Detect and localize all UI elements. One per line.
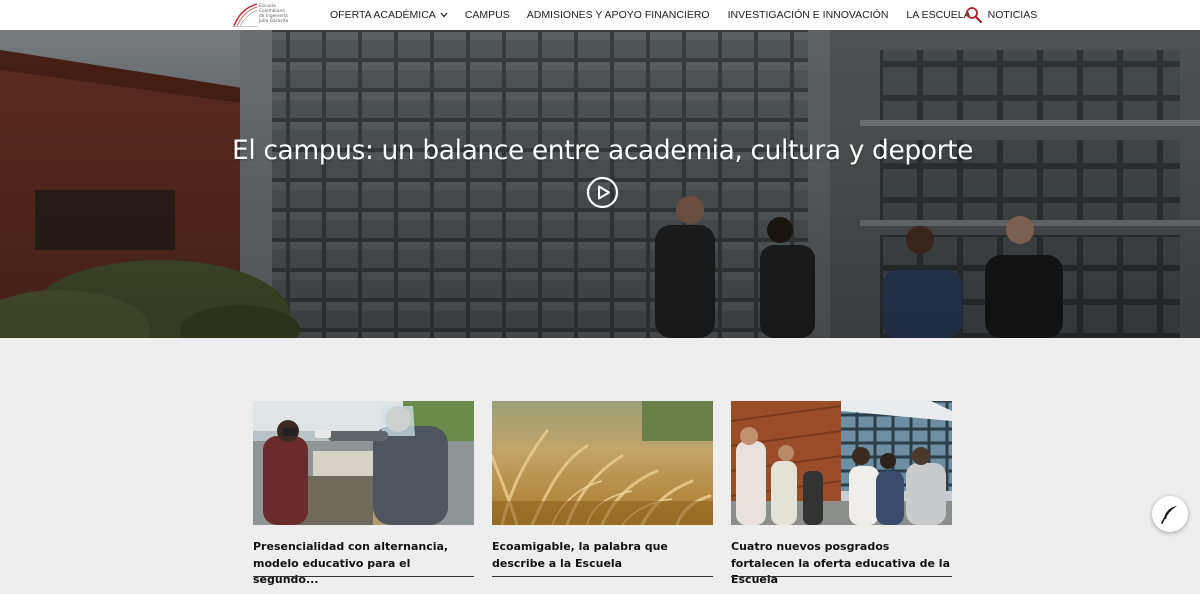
news-card-title[interactable]: Presencialidad con alternancia, modelo e… [253,539,474,594]
nav-item-admisiones[interactable]: ADMISIONES Y APOYO FINANCIERO [527,9,710,21]
divider [492,576,713,577]
nav-item-investigacion[interactable]: INVESTIGACIÓN E INNOVACIÓN [728,9,889,21]
feather-pen-icon [1161,506,1177,524]
nav-item-label: OFERTA ACADÉMICA [330,9,436,21]
news-card[interactable]: Ecoamigable, la palabra que describe a l… [492,401,713,577]
hero-banner[interactable]: El campus: un balance entre academia, cu… [0,30,1200,338]
nav-item-label: NOTICIAS [987,9,1038,21]
search-icon [966,7,983,24]
search-button[interactable] [965,6,983,24]
news-card[interactable]: Cuatro nuevos posgrados fortalecen la of… [731,401,952,586]
logo-line: Julio Garavito [259,18,289,23]
nav-item-campus[interactable]: CAMPUS [465,9,510,21]
nav-item-label: CAMPUS [464,9,510,21]
news-card-image[interactable] [253,401,474,525]
hero-title: El campus: un balance entre academia, cu… [232,135,973,166]
nav-item-label: INVESTIGACIÓN E INNOVACIÓN [727,9,889,21]
nav-item-noticias[interactable]: NOTICIAS [988,9,1038,21]
news-card-title[interactable]: Ecoamigable, la palabra que describe a l… [492,539,713,577]
chevron-down-icon [440,12,448,17]
logo-text: Escuela Colombiana de Ingeniería Julio G… [259,3,303,23]
divider [731,576,952,577]
news-image-students [731,401,952,525]
main-nav: OFERTA ACADÉMICA CAMPUS ADMISIONES Y APO… [330,0,1037,30]
news-card-title[interactable]: Cuatro nuevos posgrados fortalecen la of… [731,539,952,594]
news-image-temperature-check [253,401,474,525]
news-image-grass [492,401,713,525]
site-logo[interactable]: Escuela Colombiana de Ingeniería Julio G… [232,2,302,28]
floating-action-button[interactable] [1152,496,1188,532]
play-button[interactable] [586,176,619,209]
nav-item-oferta-academica[interactable]: OFERTA ACADÉMICA [330,9,448,21]
nav-item-label: ADMISIONES Y APOYO FINANCIERO [526,9,710,21]
logo-arc-icon [232,3,258,27]
news-card[interactable]: Presencialidad con alternancia, modelo e… [253,401,474,586]
nav-item-la-escuela[interactable]: LA ESCUELA [906,9,970,21]
nav-item-label: LA ESCUELA [906,9,971,21]
news-card-image[interactable] [731,401,952,525]
site-header: Escuela Colombiana de Ingeniería Julio G… [0,0,1200,30]
play-circle-icon [586,176,619,209]
divider [253,576,474,577]
news-card-image[interactable] [492,401,713,525]
